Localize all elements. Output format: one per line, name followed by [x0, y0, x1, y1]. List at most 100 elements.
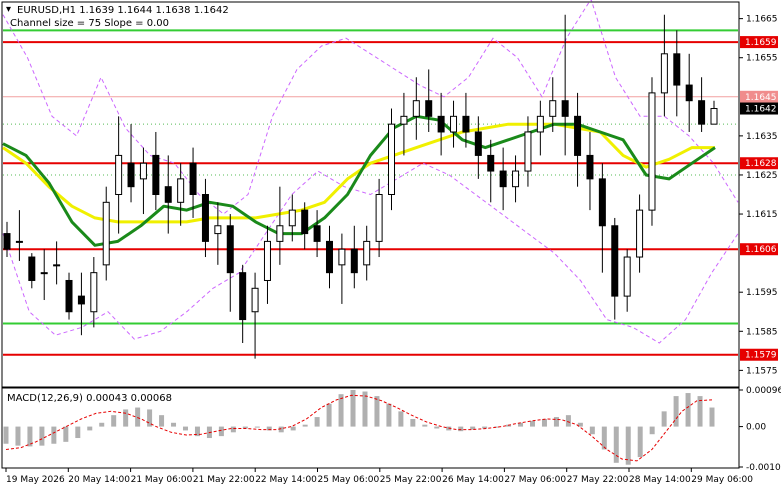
candle-body: [276, 225, 284, 242]
macd-tick-label: 0.00: [746, 423, 766, 433]
candle-body: [710, 108, 718, 125]
level-price-tag: 1.1628: [745, 159, 777, 169]
macd-histogram-bar: [625, 426, 631, 465]
price-tick-label: 1.1635: [746, 132, 778, 142]
macd-histogram-bar: [530, 420, 536, 427]
macd-histogram-bar: [398, 411, 404, 427]
macd-histogram-bar: [182, 426, 188, 431]
candle-body: [239, 272, 247, 321]
symbol-info: EURUSD,H1 1.1639 1.1644 1.1638 1.1642: [17, 5, 229, 16]
channel-info: Channel size = 75 Slope = 0.00: [10, 18, 169, 29]
candle-body: [450, 115, 458, 133]
macd-histogram-bar: [362, 391, 368, 427]
candle-body: [636, 209, 644, 258]
macd-histogram-bar: [685, 393, 691, 427]
candle-body: [698, 100, 706, 125]
collapse-triangle-icon[interactable]: ▾: [6, 4, 11, 15]
candle-body: [586, 154, 594, 180]
macd-label: MACD(12,26,9) 0.00043 0.00068: [7, 393, 172, 404]
candle-body: [77, 295, 85, 305]
macd-histogram-bar: [123, 409, 129, 427]
candle-body: [15, 240, 23, 243]
candle-body: [189, 162, 197, 196]
macd-histogram-bar: [601, 426, 607, 450]
macd-histogram-bar: [230, 426, 236, 433]
macd-histogram-bar: [673, 396, 679, 427]
level-price-tag: 1.1606: [745, 245, 777, 255]
macd-histogram-bar: [39, 426, 45, 446]
candle-body: [226, 225, 234, 274]
macd-histogram-bar: [553, 417, 559, 427]
candle-body: [487, 154, 495, 172]
candle-body: [115, 154, 123, 195]
price-tick-label: 1.1625: [746, 171, 778, 181]
time-tick-label: 26 May 14:00: [442, 475, 504, 485]
macd-histogram-bar: [87, 426, 93, 431]
macd-histogram-bar: [613, 426, 619, 463]
price-tick-label: 1.1595: [746, 288, 778, 298]
macd-tick-label: -0.00106: [746, 463, 781, 473]
macd-histogram-bar: [374, 396, 380, 427]
macd-histogram-bar: [422, 424, 428, 427]
time-tick-label: 29 May 06:00: [691, 475, 753, 485]
time-tick-label: 22 May 14:00: [255, 475, 317, 485]
time-tick-label: 25 May 22:00: [380, 475, 442, 485]
macd-histogram-bar: [565, 415, 571, 427]
candle-body: [499, 170, 507, 188]
time-tick-label: 19 May 2026: [6, 475, 65, 485]
candle-body: [139, 162, 147, 180]
macd-histogram-bar: [135, 407, 141, 427]
macd-histogram-bar: [709, 407, 715, 427]
macd-histogram-bar: [75, 426, 81, 439]
candle-body: [660, 53, 668, 94]
macd-histogram-bar: [254, 426, 260, 428]
level-price-tag: 1.1579: [745, 351, 777, 361]
candle-body: [90, 272, 98, 313]
candle-body: [512, 170, 520, 188]
candle-body: [412, 100, 420, 117]
price-tick-label: 1.1575: [746, 366, 778, 376]
candle-body: [437, 115, 445, 133]
candle-body: [598, 178, 606, 227]
time-tick-label: 27 May 22:00: [567, 475, 629, 485]
candle-body: [350, 248, 358, 274]
candle-body: [623, 256, 631, 297]
level-price-tag: 1.1659: [745, 38, 777, 48]
candle-body: [177, 178, 185, 203]
candle-body: [425, 100, 433, 117]
candle-body: [524, 131, 532, 172]
price-chart[interactable]: 1.1665 1.1655 1.1635 1.1625 1.1615 1.1595 1.15…: [0, 0, 781, 489]
price-tick-label: 1.1585: [746, 327, 778, 337]
macd-histogram-bar: [314, 417, 320, 427]
macd-histogram-bar: [326, 403, 332, 427]
macd-histogram-bar: [637, 426, 643, 458]
current-price-tag: 1.1642: [745, 105, 777, 115]
time-tick-label: 28 May 14:00: [629, 475, 691, 485]
candle-body: [288, 209, 296, 227]
candle-body: [611, 225, 619, 297]
candle-body: [400, 115, 408, 125]
macd-histogram-bar: [3, 426, 9, 444]
candle-body: [561, 100, 569, 117]
candle-body: [127, 162, 135, 188]
candle-body: [462, 115, 470, 133]
macd-histogram-bar: [218, 426, 224, 437]
macd-histogram-bar: [159, 415, 165, 427]
candle-body: [3, 233, 11, 250]
time-tick-label: 21 May 22:00: [193, 475, 255, 485]
candle-body: [164, 186, 172, 203]
candle-body: [201, 194, 209, 242]
candle-body: [375, 194, 383, 242]
level-price-tag: 1.1645: [745, 93, 777, 103]
candle-body: [152, 154, 160, 195]
price-tick-label: 1.1615: [746, 210, 778, 220]
macd-histogram-bar: [589, 426, 595, 435]
macd-histogram-bar: [386, 403, 392, 427]
candle-body: [102, 201, 110, 266]
candle-body: [648, 92, 656, 211]
candle-body: [313, 225, 321, 242]
time-tick-label: 27 May 06:00: [504, 475, 566, 485]
candle-body: [685, 84, 693, 102]
macd-histogram-bar: [111, 415, 117, 427]
candle-body: [40, 272, 48, 275]
